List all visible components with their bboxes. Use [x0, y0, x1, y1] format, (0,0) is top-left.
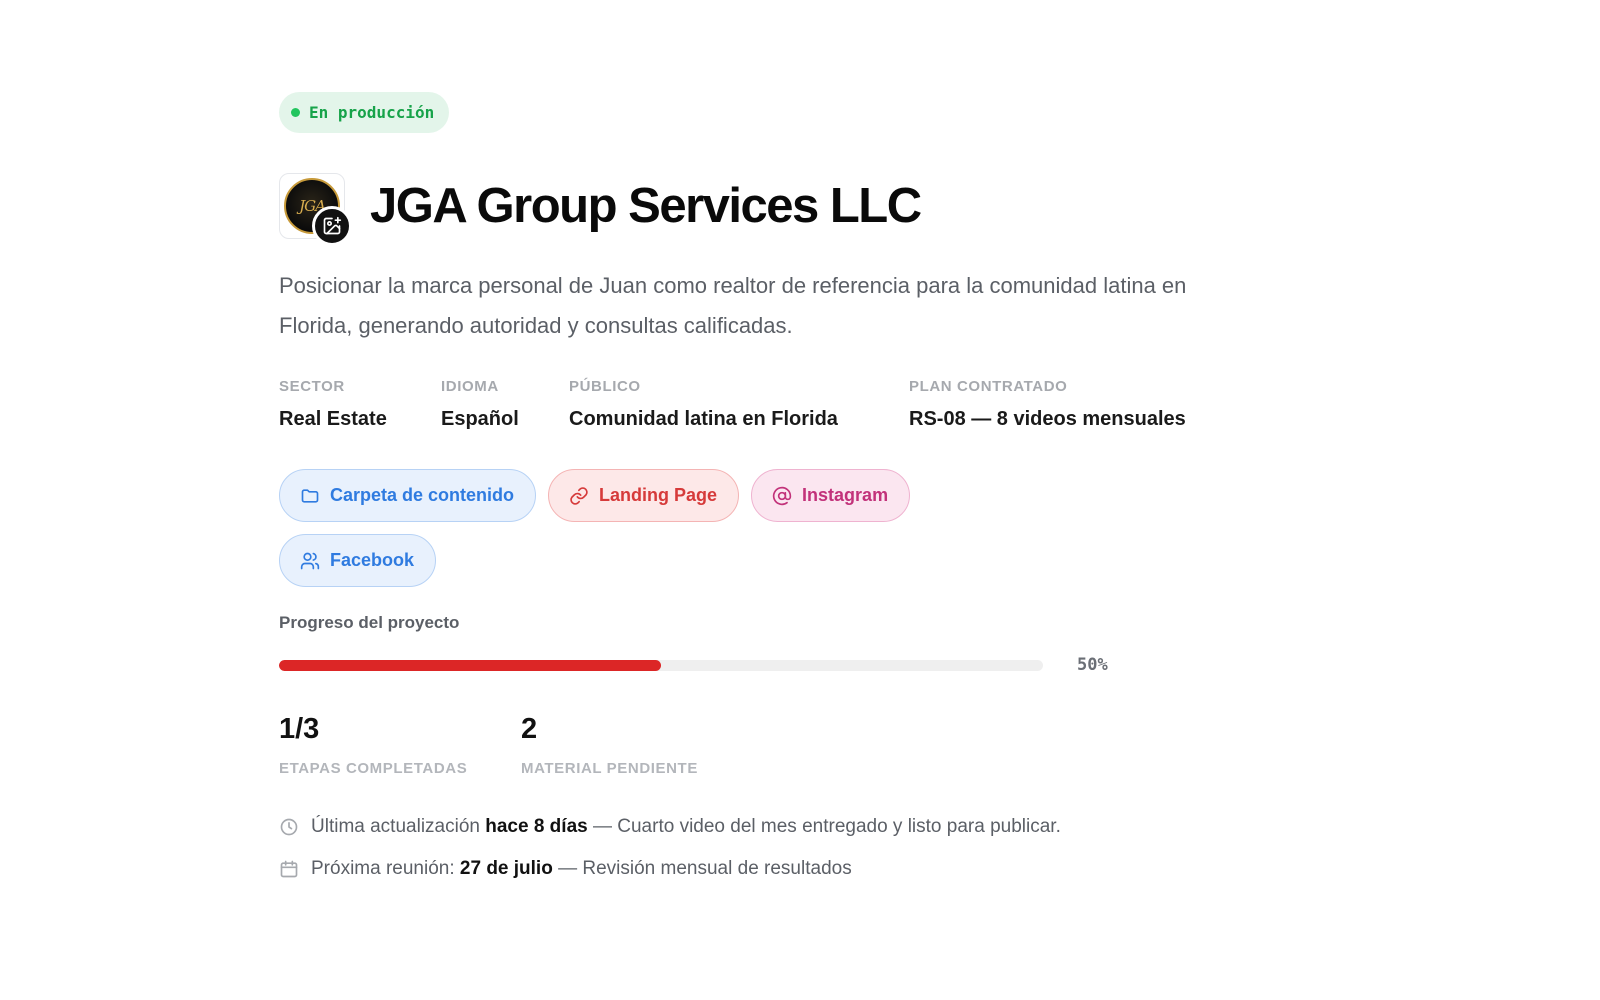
progress-percent: 50%	[1077, 655, 1108, 675]
meta-value: RS-08 — 8 videos mensuales	[909, 408, 1186, 430]
client-header: JGA JGA Group Services LLC	[279, 173, 1259, 246]
project-card: En producción JGA JGA Group Services LLC…	[279, 92, 1259, 897]
clock-icon	[280, 818, 298, 836]
link-icon	[570, 486, 588, 505]
landing-page-button[interactable]: Landing Page	[548, 469, 740, 522]
facebook-button[interactable]: Facebook	[279, 534, 437, 587]
progress-title: Progreso del proyecto	[279, 613, 460, 632]
meta-label: PLAN CONTRATADO	[909, 378, 1068, 395]
page-title: JGA Group Services LLC	[370, 179, 922, 233]
change-logo-button[interactable]	[312, 206, 352, 246]
progress-fill	[279, 659, 661, 671]
meta-idioma: IDIOMA Español	[441, 378, 521, 431]
image-plus-icon	[323, 216, 342, 235]
meta-label: IDIOMA	[441, 378, 499, 395]
link-label: Landing Page	[599, 485, 718, 505]
meta-label: PÚBLICO	[569, 378, 641, 395]
next-meeting-note: — Revisión mensual de resultados	[558, 858, 852, 879]
project-stats: 1/3 ETAPAS COMPLETADAS 2 MATERIAL PENDIE…	[279, 713, 1259, 777]
stat-stages: 1/3 ETAPAS COMPLETADAS	[279, 713, 473, 777]
folder-icon	[301, 488, 319, 503]
meta-plan: PLAN CONTRATADO RS-08 — 8 videos mensual…	[909, 378, 1186, 431]
project-links: Carpeta de contenido Landing Page Instag…	[279, 469, 979, 587]
next-meeting-prefix: Próxima reunión:	[311, 858, 455, 879]
at-icon	[772, 486, 792, 505]
meta-value: Real Estate	[279, 408, 387, 430]
meta-sector: SECTOR Real Estate	[279, 378, 393, 431]
project-updates: Última actualización hace 8 días — Cuart…	[279, 813, 1259, 883]
stat-label: MATERIAL PENDIENTE	[521, 760, 698, 777]
calendar-icon	[280, 860, 298, 878]
link-label: Facebook	[330, 550, 415, 570]
users-icon	[300, 552, 320, 569]
progress-bar	[279, 659, 1043, 671]
link-label: Carpeta de contenido	[330, 485, 515, 505]
last-update: Última actualización hace 8 días — Cuart…	[279, 813, 1259, 841]
stat-pending: 2 MATERIAL PENDIENTE	[521, 713, 698, 777]
instagram-button[interactable]: Instagram	[751, 469, 911, 522]
stat-value: 2	[521, 713, 538, 745]
project-meta: SECTOR Real Estate IDIOMA Español PÚBLIC…	[279, 378, 1259, 431]
content-folder-button[interactable]: Carpeta de contenido	[279, 469, 537, 522]
next-meeting-text: Próxima reunión: 27 de julio — Revisión …	[311, 858, 852, 880]
link-label: Instagram	[802, 485, 889, 505]
last-update-time: hace 8 días	[485, 816, 588, 837]
progress-row: 50%	[279, 655, 1259, 675]
last-update-note: — Cuarto video del mes entregado y listo…	[592, 816, 1061, 837]
stat-label: ETAPAS COMPLETADAS	[279, 760, 468, 777]
status-label: En producción	[309, 103, 435, 122]
stat-value: 1/3	[279, 713, 320, 745]
meta-label: SECTOR	[279, 378, 345, 395]
next-meeting-date: 27 de julio	[459, 858, 553, 879]
meta-value: Comunidad latina en Florida	[569, 408, 838, 430]
meta-value: Español	[441, 408, 519, 430]
status-dot-icon	[291, 108, 300, 117]
next-meeting: Próxima reunión: 27 de julio — Revisión …	[279, 855, 1259, 883]
status-badge: En producción	[279, 92, 450, 133]
meta-publico: PÚBLICO Comunidad latina en Florida	[569, 378, 861, 431]
last-update-prefix: Última actualización	[311, 816, 480, 837]
client-logo[interactable]: JGA	[279, 173, 352, 246]
project-description: Posicionar la marca personal de Juan com…	[279, 273, 1187, 338]
last-update-text: Última actualización hace 8 días — Cuart…	[311, 816, 1061, 838]
